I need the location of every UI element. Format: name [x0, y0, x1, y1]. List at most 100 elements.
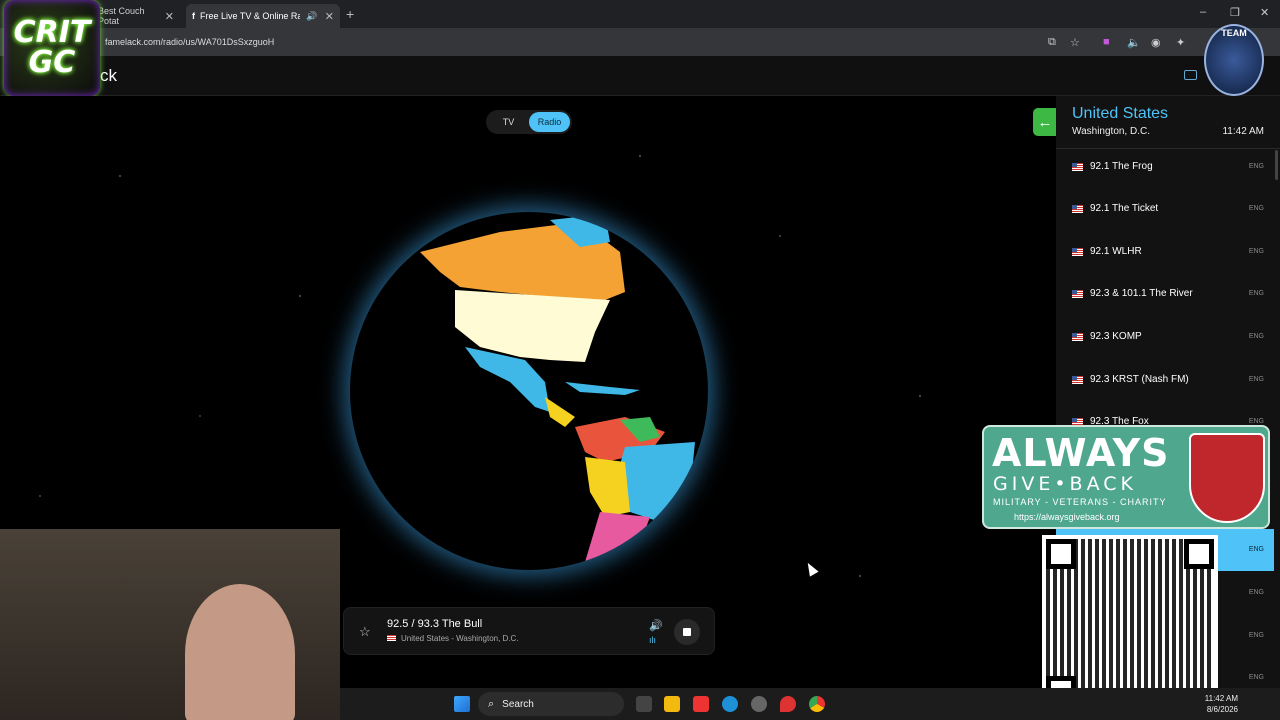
now-playing-location: United States - Washington, D.C. — [387, 634, 519, 643]
clock-time: 11:42 AM — [1204, 694, 1238, 703]
station-lang: ENG — [1248, 163, 1264, 170]
search-placeholder: Search — [502, 698, 534, 710]
globe[interactable] — [350, 212, 708, 570]
webcam-overlay — [0, 529, 340, 720]
search-icon: ⌕ — [488, 697, 495, 710]
station-item[interactable]: 92.1 The Frog ENG — [1056, 146, 1274, 188]
favorite-star-icon[interactable]: ☆ — [359, 624, 371, 640]
local-time: 11:42 AM — [1222, 126, 1264, 137]
now-playing-station: 92.5 / 93.3 The Bull — [387, 618, 483, 630]
extension-icon[interactable]: ■ — [1103, 36, 1110, 48]
famelack-favicon-icon: f — [192, 11, 195, 21]
soldier-shield-icon — [1189, 433, 1265, 523]
taskbar-clock[interactable]: 11:42 AM 8/6/2026 — [1205, 693, 1238, 715]
address-bar: famelack.com/radio/us/WA701DsSxzguoH ⧉ ☆… — [0, 28, 1280, 56]
argentina-chile-shape — [585, 512, 650, 570]
stop-button[interactable] — [674, 619, 700, 645]
us-flag-icon — [1072, 290, 1083, 298]
site-title[interactable]: ck — [100, 66, 117, 86]
tab-free-live-tv[interactable]: f Free Live TV & Online Radio 🔊 ✕ — [186, 4, 340, 28]
maximize-icon[interactable]: ❐ — [1230, 6, 1240, 19]
banner-tagline: MILITARY - VETERANS - CHARITY — [993, 497, 1167, 507]
windows-start-icon[interactable] — [454, 696, 470, 712]
bookmark-star-icon[interactable]: ☆ — [1070, 36, 1080, 49]
profile-sync-icon[interactable]: ◉ — [1151, 36, 1161, 49]
edge-icon[interactable] — [722, 696, 738, 712]
extensions-puzzle-icon[interactable]: ✦ — [1176, 36, 1185, 49]
chrome-icon[interactable] — [809, 696, 825, 712]
us-flag-icon — [387, 635, 396, 641]
url-field[interactable]: famelack.com/radio/us/WA701DsSxzguoH — [105, 37, 274, 47]
volume-icon[interactable]: 🔊 — [649, 619, 663, 632]
station-lang: ENG — [1248, 376, 1264, 383]
station-name: 92.3 & 101.1 The River — [1090, 288, 1193, 299]
media-speaker-icon[interactable]: 🔈 — [1127, 36, 1141, 49]
site-header: ck — [0, 56, 1280, 96]
banner-url: https://alwaysgiveback.org — [1014, 512, 1120, 522]
streamer-video — [185, 584, 295, 720]
arrow-left-icon: ← — [1037, 113, 1053, 131]
station-lang: ENG — [1248, 546, 1264, 553]
settings-gear-icon[interactable] — [751, 696, 767, 712]
city-name: Washington, D.C. — [1072, 126, 1150, 137]
panel-scrollbar[interactable] — [1275, 150, 1278, 180]
central-america-shape — [545, 397, 575, 427]
install-app-icon[interactable]: ⧉ — [1048, 36, 1056, 49]
task-view-icon[interactable] — [636, 696, 652, 712]
tv-toggle-button[interactable]: TV — [488, 112, 529, 132]
station-name: 92.1 WLHR — [1090, 246, 1142, 257]
station-item[interactable]: 92.3 KRST (Nash FM) ENG — [1056, 359, 1274, 401]
minimize-icon[interactable]: – — [1200, 6, 1206, 18]
team-badge-text: TEAM — [1221, 28, 1247, 38]
close-tab-icon[interactable]: ✕ — [165, 10, 174, 23]
radio-toggle-button[interactable]: Radio — [529, 112, 570, 132]
logo-text-line2: GC — [28, 45, 76, 80]
us-flag-icon — [1072, 333, 1083, 341]
station-lang: ENG — [1248, 632, 1264, 639]
crit-gc-logo: CRIT GC — [4, 0, 100, 96]
caribbean-shape — [565, 382, 640, 395]
station-item[interactable]: 92.3 & 101.1 The River ENG — [1056, 273, 1274, 315]
station-item[interactable]: 92.1 WLHR ENG — [1056, 231, 1274, 273]
tab-title: Free Live TV & Online Radio — [200, 11, 300, 21]
qr-finder — [1046, 539, 1076, 569]
country-name: United States — [1072, 105, 1169, 122]
qr-finder — [1184, 539, 1214, 569]
us-flag-icon — [1072, 248, 1083, 256]
team-badge-logo: TEAM — [1204, 24, 1264, 96]
station-name: 92.3 KRST (Nash FM) — [1090, 374, 1189, 385]
us-flag-icon — [1072, 376, 1083, 384]
browser-tab-strip: Best Couch Potat ✕ f Free Live TV & Onli… — [0, 0, 1280, 28]
qr-code — [1042, 535, 1218, 710]
speaker-icon[interactable]: 🔊 — [306, 11, 317, 22]
station-lang: ENG — [1248, 589, 1264, 596]
close-tab-icon[interactable]: ✕ — [325, 10, 334, 23]
tv-radio-toggle: TV Radio — [486, 110, 572, 134]
equalizer-icon: ılı — [649, 635, 657, 645]
us-flag-icon — [1072, 163, 1083, 171]
back-arrow-button[interactable]: ← — [1033, 108, 1057, 136]
station-name: 92.1 The Ticket — [1090, 203, 1159, 214]
close-window-icon[interactable]: ✕ — [1260, 6, 1269, 19]
taskbar-search[interactable]: ⌕ Search — [478, 692, 624, 716]
station-name: 92.1 The Frog — [1090, 161, 1153, 172]
station-name: 92.3 KOMP — [1090, 331, 1142, 342]
station-lang: ENG — [1248, 248, 1264, 255]
logo-text-line1: CRIT — [13, 15, 91, 50]
clock-date: 8/6/2026 — [1206, 705, 1238, 714]
now-playing-bar: ☆ 92.5 / 93.3 The Bull United States - W… — [343, 607, 715, 655]
new-tab-button[interactable]: + — [346, 6, 354, 22]
globe-map-svg — [420, 214, 695, 570]
station-item[interactable]: 92.3 KOMP ENG — [1056, 316, 1274, 358]
app-icon[interactable] — [693, 696, 709, 712]
banner-subtitle: GIVE•BACK — [993, 473, 1137, 495]
us-flag-icon — [1072, 205, 1083, 213]
maps-pin-icon[interactable] — [780, 696, 796, 712]
station-item[interactable]: 92.1 The Ticket ENG — [1056, 188, 1274, 230]
banner-title: ALWAYS — [992, 431, 1170, 475]
screen: Best Couch Potat ✕ f Free Live TV & Onli… — [0, 0, 1280, 720]
radio-icon[interactable] — [1184, 70, 1197, 80]
station-lang: ENG — [1248, 205, 1264, 212]
file-explorer-icon[interactable] — [664, 696, 680, 712]
tab-best-couch-potato[interactable]: Best Couch Potat ✕ — [92, 4, 180, 28]
